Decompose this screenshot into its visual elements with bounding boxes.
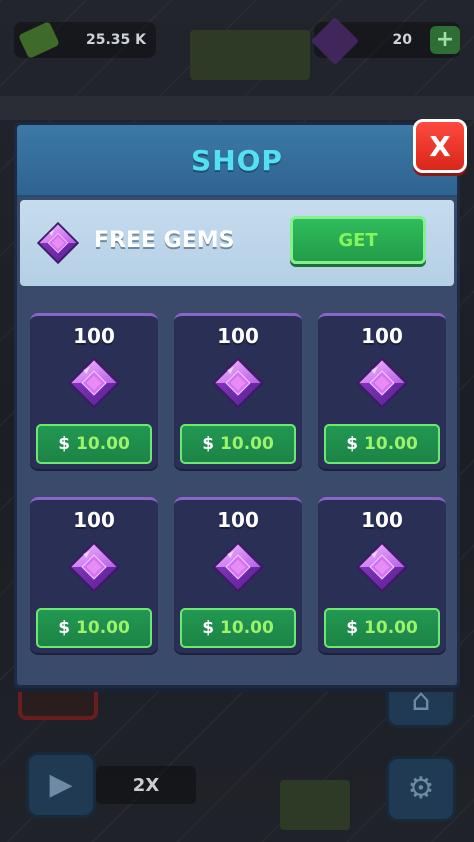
get-free-gems-button[interactable]: GET	[290, 216, 426, 264]
buy-pack-button[interactable]: $ 10.00	[324, 424, 440, 464]
gem-pack-card: 100 $ 10.00	[174, 497, 302, 653]
gem-icon	[355, 356, 409, 410]
pack-quantity: 100	[361, 324, 403, 348]
multiplier-label: 2X	[132, 774, 160, 796]
gem-pack-card: 100 $ 10.00	[318, 497, 446, 653]
pack-quantity: 100	[217, 324, 259, 348]
buy-pack-button[interactable]: $ 10.00	[36, 608, 152, 648]
pack-price: 10.00	[220, 434, 274, 454]
gear-icon: ⚙	[407, 771, 435, 806]
background-road	[0, 96, 474, 120]
gem-icon	[67, 540, 121, 594]
buy-pack-button[interactable]: $ 10.00	[180, 424, 296, 464]
pack-quantity: 100	[361, 508, 403, 532]
buy-pack-button[interactable]: $ 10.00	[36, 424, 152, 464]
get-button-label: GET	[338, 229, 378, 251]
pack-quantity: 100	[217, 508, 259, 532]
gem-icon	[211, 540, 265, 594]
gem-pack-card: 100 $ 10.00	[30, 313, 158, 469]
gem-pack-card: 100 $ 10.00	[30, 497, 158, 653]
buy-pack-button[interactable]: $ 10.00	[324, 608, 440, 648]
background-building	[280, 780, 350, 830]
gem-icon	[211, 356, 265, 410]
currency-symbol: $	[202, 434, 215, 454]
pack-price: 10.00	[364, 434, 418, 454]
add-gems-button[interactable]: +	[430, 26, 460, 54]
buy-pack-button[interactable]: $ 10.00	[180, 608, 296, 648]
gem-pack-card: 100 $ 10.00	[318, 313, 446, 469]
currency-symbol: $	[346, 434, 359, 454]
gem-count: 20	[392, 32, 412, 48]
pack-price: 10.00	[364, 618, 418, 638]
pack-price: 10.00	[76, 618, 130, 638]
cash-value: 25.35 K	[85, 32, 146, 48]
gem-pack-grid: 100 $ 10.00 100 $ 10.00 100 $ 10.00 100	[30, 313, 450, 657]
multiplier-badge: 2X	[96, 766, 196, 804]
currency-symbol: $	[58, 618, 71, 638]
free-gems-banner: FREE GEMS GET	[20, 200, 454, 286]
video-icon: ▶	[49, 767, 73, 802]
cash-icon	[18, 21, 60, 59]
currency-symbol: $	[202, 618, 215, 638]
background-building	[190, 30, 310, 80]
cash-counter: 25.35 K	[14, 21, 156, 59]
free-gems-label: FREE GEMS	[94, 228, 235, 253]
close-button[interactable]: X	[413, 119, 467, 173]
pack-quantity: 100	[73, 324, 115, 348]
currency-symbol: $	[58, 434, 71, 454]
pack-price: 10.00	[220, 618, 274, 638]
currency-symbol: $	[346, 618, 359, 638]
shop-title: SHOP	[191, 143, 283, 177]
close-icon: X	[429, 129, 451, 163]
pack-quantity: 100	[73, 508, 115, 532]
settings-button[interactable]: ⚙	[386, 756, 456, 822]
gem-icon	[355, 540, 409, 594]
gem-icon	[67, 356, 121, 410]
watch-video-button[interactable]: ▶	[26, 752, 96, 818]
pack-price: 10.00	[76, 434, 130, 454]
gem-icon	[36, 221, 80, 265]
shop-panel: SHOP X FREE GEMS GET 100 $ 10.00 100 $ 1…	[14, 119, 467, 688]
shop-header: SHOP	[17, 125, 457, 197]
gem-pack-card: 100 $ 10.00	[174, 313, 302, 469]
